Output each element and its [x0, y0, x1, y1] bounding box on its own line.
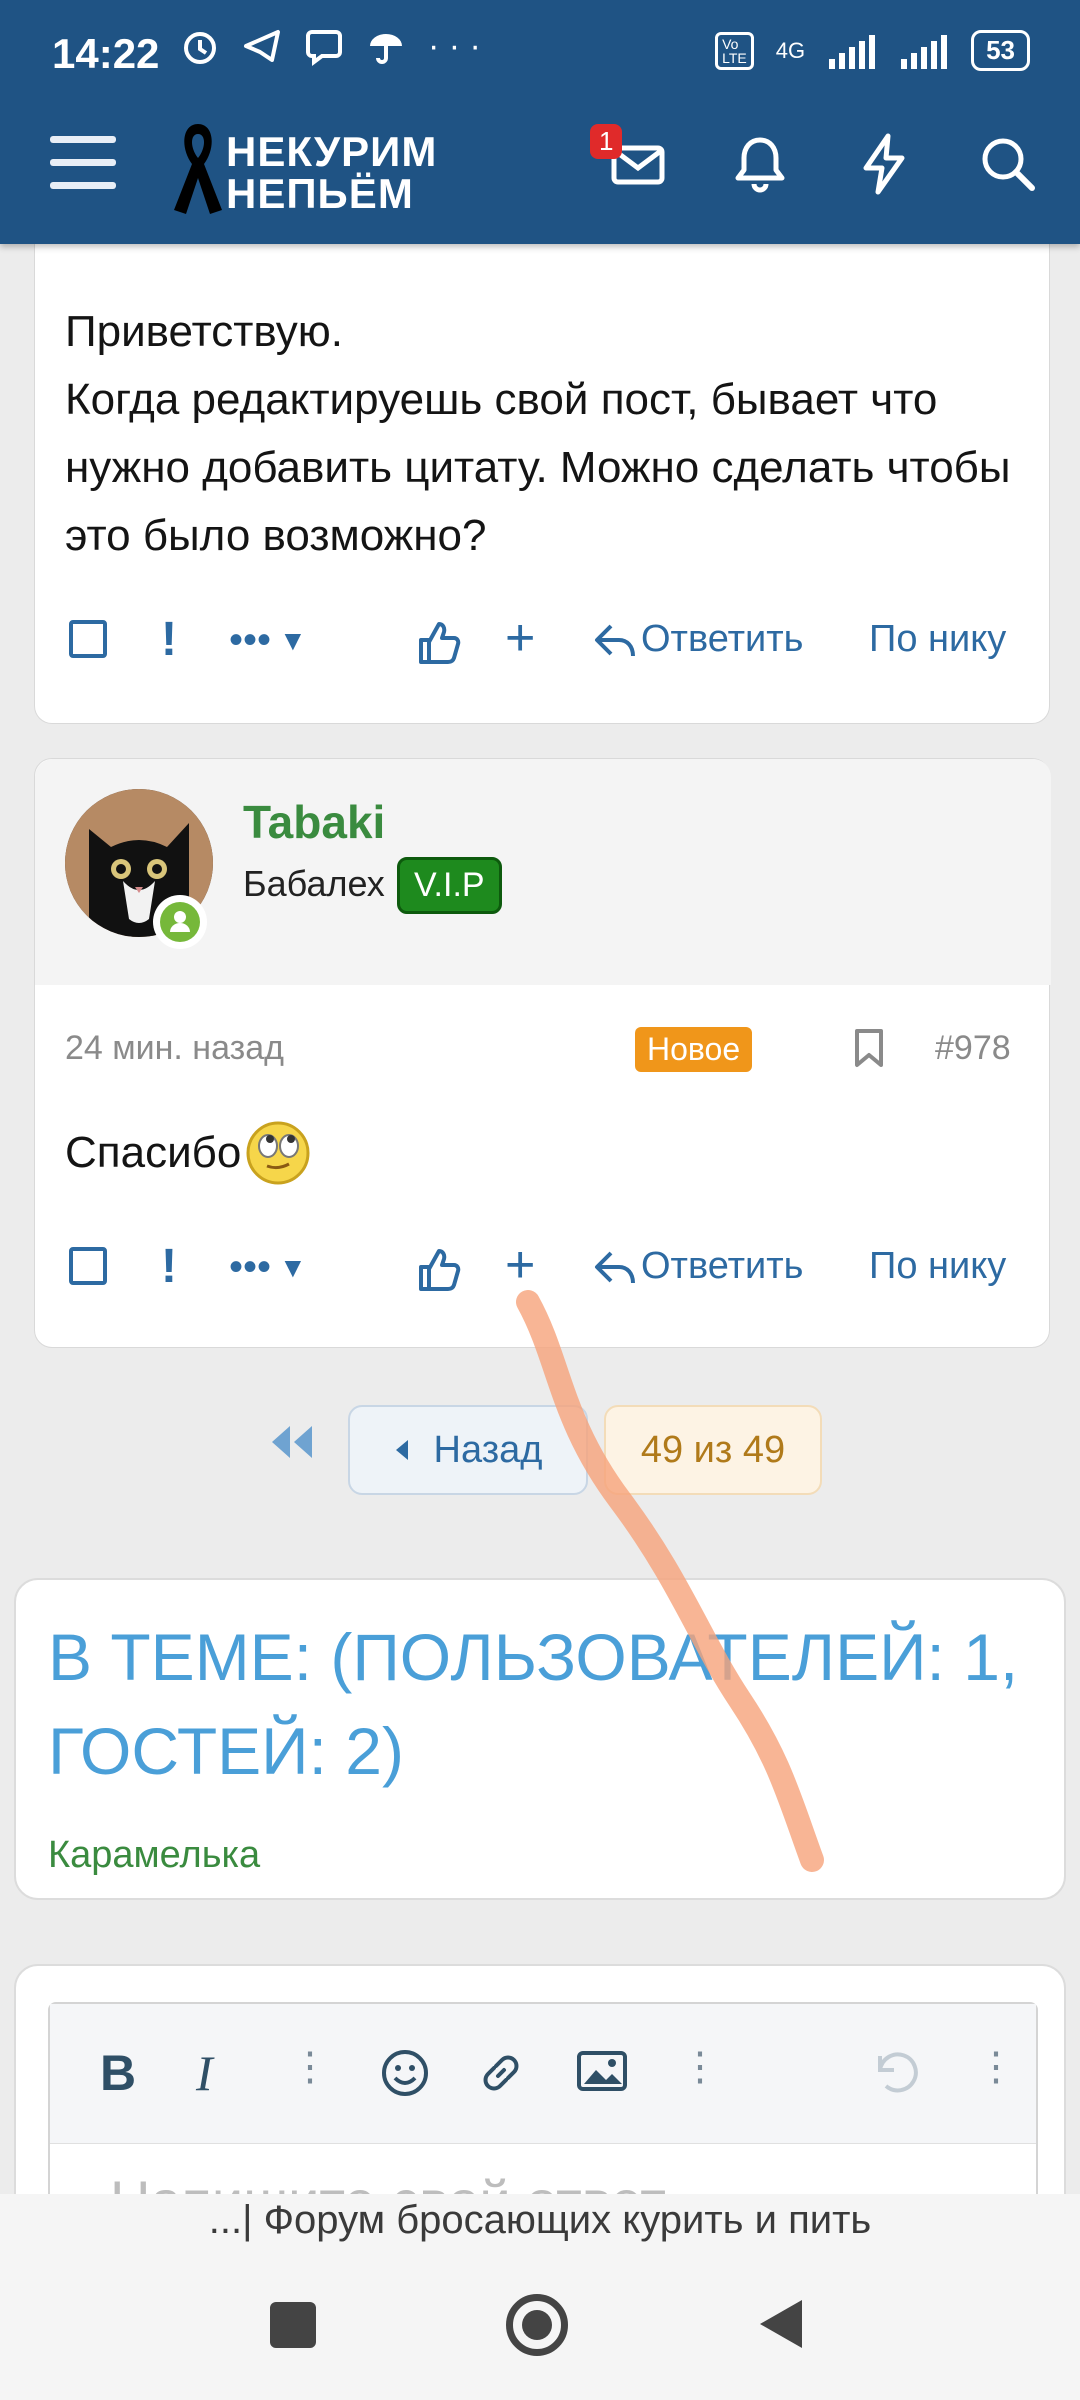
- umbrella-icon: [370, 34, 402, 64]
- online-user-link[interactable]: Карамелька: [48, 1834, 260, 1877]
- more-notifications-icon: · · ·: [428, 26, 481, 65]
- bookmark-icon[interactable]: [851, 1027, 887, 1069]
- network-type: 4G: [775, 37, 806, 63]
- post-body-text: Спасибо: [65, 1128, 242, 1177]
- online-users-panel: В ТЕМЕ: (ПОЛЬЗОВАТЕЛЕЙ: 1, ГОСТЕЙ: 2) Ка…: [14, 1578, 1066, 1900]
- page-indicator[interactable]: 49 из 49: [604, 1405, 822, 1495]
- status-bar: 14:22 · · · Vo LTE 4G 53: [0, 0, 1080, 110]
- reply-label: Ответить: [641, 618, 804, 660]
- logo-line-2: НЕПЬЁМ: [226, 170, 414, 217]
- home-dot: [522, 2310, 552, 2340]
- reply-label: Ответить: [641, 1245, 804, 1287]
- notification-icons: · · ·: [180, 26, 481, 66]
- messages-badge: 1: [590, 124, 623, 159]
- more-insert-icon[interactable]: ⋮: [680, 2044, 720, 2090]
- multiquote-plus-button[interactable]: +: [505, 1235, 535, 1295]
- hamburger-menu-button[interactable]: [50, 136, 116, 192]
- undo-icon[interactable]: [868, 2048, 920, 2098]
- menu-bar: [50, 136, 116, 143]
- home-button[interactable]: [506, 2294, 568, 2356]
- signal-icon-2: [901, 34, 948, 69]
- alarm-icon: [184, 32, 216, 64]
- new-post-badge: Новое: [635, 1027, 753, 1072]
- battery-indicator: 53: [971, 30, 1030, 71]
- post-card: Приветствую. Когда редактируешь свой пос…: [34, 230, 1050, 724]
- reply-button[interactable]: Ответить: [593, 618, 803, 661]
- like-icon[interactable]: [417, 620, 461, 666]
- bold-icon[interactable]: B: [100, 2044, 136, 2102]
- online-status-indicator: [153, 895, 207, 949]
- post-card: Tabaki Бабалех V.I.P 24 мин. назад Новое…: [34, 758, 1051, 1348]
- lightning-icon[interactable]: [852, 132, 916, 196]
- more-formatting-icon[interactable]: ⋮: [290, 2044, 330, 2090]
- online-user-icon: [160, 902, 200, 942]
- back-button[interactable]: [758, 2298, 804, 2350]
- checkbox-box: [69, 620, 107, 658]
- rolling-eyes-emoji-icon: [246, 1121, 310, 1185]
- app-header: 14:22 · · · Vo LTE 4G 53 НЕКУРИМ НЕПЬЁМ 1: [0, 0, 1080, 244]
- chevron-down-icon: ▼: [279, 1251, 307, 1283]
- search-icon[interactable]: [976, 132, 1040, 196]
- online-users-title: В ТЕМЕ: (ПОЛЬЗОВАТЕЛЕЙ: 1, ГОСТЕЙ: 2): [48, 1620, 1019, 1788]
- previous-page-label: Назад: [433, 1428, 543, 1471]
- signal-icon: [829, 34, 876, 69]
- link-icon[interactable]: [476, 2048, 526, 2098]
- volte-icon: Vo LTE: [715, 31, 754, 70]
- editor-options-icon[interactable]: ⋮: [976, 2044, 1016, 2090]
- post-username[interactable]: Tabaki: [243, 795, 385, 849]
- post-body: Спасибо: [65, 1119, 311, 1187]
- reply-button[interactable]: Ответить: [593, 1245, 803, 1288]
- site-logo[interactable]: НЕКУРИМ НЕПЬЁМ: [170, 118, 490, 218]
- ellipsis-icon: •••: [229, 618, 272, 662]
- logo-line-1: НЕКУРИМ: [226, 128, 438, 175]
- ribbon-icon: [174, 124, 222, 214]
- quote-by-nick-button[interactable]: По нику: [869, 1245, 1006, 1288]
- reply-icon: [595, 1251, 635, 1283]
- report-icon[interactable]: !: [161, 612, 177, 667]
- viber-icon: [306, 30, 342, 66]
- post-actions: ! ••• ▼ + Ответить По нику: [35, 608, 1051, 678]
- status-time: 14:22: [52, 30, 160, 77]
- report-icon[interactable]: !: [161, 1239, 177, 1294]
- chevron-left-icon: [395, 1440, 408, 1460]
- telegram-icon: [244, 30, 280, 62]
- post-body: Приветствую. Когда редактируешь свой пос…: [65, 307, 1011, 560]
- more-menu-button[interactable]: ••• ▼: [229, 618, 307, 663]
- image-icon[interactable]: [576, 2048, 628, 2094]
- page-title-bar[interactable]: ...| Форум бросающих курить и пить: [0, 2198, 1080, 2243]
- first-page-icon[interactable]: [268, 1422, 316, 1462]
- previous-page-button[interactable]: Назад: [348, 1405, 588, 1495]
- multiquote-plus-button[interactable]: +: [505, 608, 535, 668]
- ellipsis-icon: •••: [229, 1245, 272, 1289]
- reply-icon: [595, 624, 635, 656]
- more-menu-button[interactable]: ••• ▼: [229, 1245, 307, 1290]
- post-number[interactable]: #978: [935, 1029, 1011, 1068]
- post-actions: ! ••• ▼ + Ответить По нику: [35, 1235, 1051, 1305]
- menu-bar: [50, 182, 116, 189]
- bell-icon[interactable]: [728, 132, 792, 196]
- post-time[interactable]: 24 мин. назад: [65, 1029, 284, 1068]
- post-user-header: Tabaki Бабалех V.I.P: [35, 759, 1051, 985]
- italic-icon[interactable]: I: [196, 2044, 213, 2102]
- like-icon[interactable]: [417, 1247, 461, 1293]
- editor-toolbar: B I ⋮ ⋮ ⋮: [50, 2004, 1036, 2144]
- select-checkbox[interactable]: [69, 1247, 107, 1285]
- emoji-icon[interactable]: [380, 2048, 430, 2098]
- select-checkbox[interactable]: [69, 620, 107, 658]
- status-right: Vo LTE 4G 53: [715, 30, 1030, 71]
- user-vip-badge: V.I.P: [397, 857, 502, 914]
- quote-by-nick-button[interactable]: По нику: [869, 618, 1006, 661]
- checkbox-box: [69, 1247, 107, 1285]
- menu-bar: [50, 159, 116, 166]
- chevron-down-icon: ▼: [279, 624, 307, 656]
- recent-apps-button[interactable]: [270, 2302, 316, 2348]
- user-title: Бабалех: [243, 863, 385, 904]
